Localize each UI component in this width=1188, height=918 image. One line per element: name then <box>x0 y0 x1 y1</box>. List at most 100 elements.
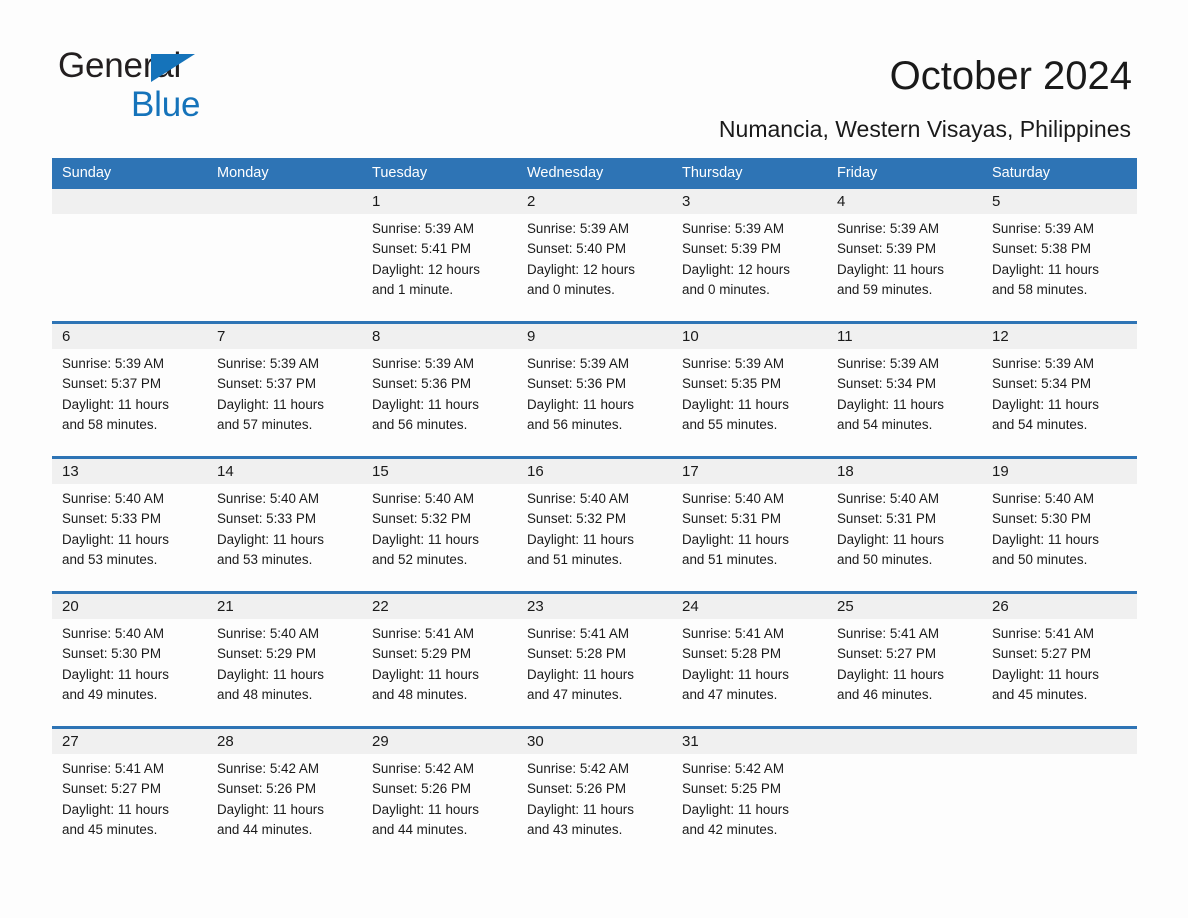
calendar-week-row: 6 Sunrise: 5:39 AM Sunset: 5:37 PM Daylig… <box>52 324 1137 456</box>
day-number: 12 <box>982 324 1137 349</box>
day-number: 5 <box>982 189 1137 214</box>
calendar-day-cell[interactable]: 6 Sunrise: 5:39 AM Sunset: 5:37 PM Daylig… <box>52 324 207 456</box>
day-sun-times: Sunrise: 5:39 AM Sunset: 5:35 PM Dayligh… <box>682 356 789 432</box>
day-number: 22 <box>362 594 517 619</box>
calendar-day-cell[interactable]: 30 Sunrise: 5:42 AM Sunset: 5:26 PM Dayli… <box>517 729 672 847</box>
day-number: 1 <box>362 189 517 214</box>
calendar-day-cell[interactable]: 5 Sunrise: 5:39 AM Sunset: 5:38 PM Daylig… <box>982 189 1137 321</box>
calendar-day-cell[interactable]: 19 Sunrise: 5:40 AM Sunset: 5:30 PM Dayli… <box>982 459 1137 591</box>
day-number <box>827 729 982 754</box>
calendar-day-cell[interactable]: 27 Sunrise: 5:41 AM Sunset: 5:27 PM Dayli… <box>52 729 207 847</box>
calendar-day-cell[interactable]: 21 Sunrise: 5:40 AM Sunset: 5:29 PM Dayli… <box>207 594 362 726</box>
day-number: 2 <box>517 189 672 214</box>
day-sun-times: Sunrise: 5:40 AM Sunset: 5:31 PM Dayligh… <box>682 491 789 567</box>
day-sun-times <box>982 754 1137 759</box>
calendar-empty-cell <box>207 189 362 321</box>
calendar-day-cell[interactable]: 31 Sunrise: 5:42 AM Sunset: 5:25 PM Dayli… <box>672 729 827 847</box>
day-number <box>52 189 207 214</box>
column-header-tuesday: Tuesday <box>362 158 517 189</box>
calendar-day-cell[interactable]: 13 Sunrise: 5:40 AM Sunset: 5:33 PM Dayli… <box>52 459 207 591</box>
calendar-week-row: 20 Sunrise: 5:40 AM Sunset: 5:30 PM Dayli… <box>52 594 1137 726</box>
calendar-day-cell[interactable]: 15 Sunrise: 5:40 AM Sunset: 5:32 PM Dayli… <box>362 459 517 591</box>
calendar-day-cell[interactable]: 22 Sunrise: 5:41 AM Sunset: 5:29 PM Dayli… <box>362 594 517 726</box>
calendar-day-cell[interactable]: 10 Sunrise: 5:39 AM Sunset: 5:35 PM Dayli… <box>672 324 827 456</box>
day-sun-times: Sunrise: 5:40 AM Sunset: 5:33 PM Dayligh… <box>62 491 169 567</box>
page-subtitle: Numancia, Western Visayas, Philippines <box>718 116 1131 142</box>
day-number: 31 <box>672 729 827 754</box>
day-number: 25 <box>827 594 982 619</box>
column-header-friday: Friday <box>827 158 982 189</box>
calendar-day-cell[interactable]: 2 Sunrise: 5:39 AM Sunset: 5:40 PM Daylig… <box>517 189 672 321</box>
day-sun-times: Sunrise: 5:39 AM Sunset: 5:37 PM Dayligh… <box>217 356 324 432</box>
calendar-day-cell[interactable]: 20 Sunrise: 5:40 AM Sunset: 5:30 PM Dayli… <box>52 594 207 726</box>
day-sun-times: Sunrise: 5:39 AM Sunset: 5:36 PM Dayligh… <box>527 356 634 432</box>
column-header-monday: Monday <box>207 158 362 189</box>
day-number: 30 <box>517 729 672 754</box>
calendar-week-row: 1 Sunrise: 5:39 AM Sunset: 5:41 PM Daylig… <box>52 189 1137 321</box>
calendar-week-row: 27 Sunrise: 5:41 AM Sunset: 5:27 PM Dayli… <box>52 729 1137 847</box>
day-number <box>207 189 362 214</box>
day-sun-times: Sunrise: 5:39 AM Sunset: 5:39 PM Dayligh… <box>682 221 790 297</box>
calendar-day-cell[interactable]: 9 Sunrise: 5:39 AM Sunset: 5:36 PM Daylig… <box>517 324 672 456</box>
day-sun-times: Sunrise: 5:39 AM Sunset: 5:34 PM Dayligh… <box>837 356 944 432</box>
calendar-body: 1 Sunrise: 5:39 AM Sunset: 5:41 PM Daylig… <box>52 189 1137 847</box>
sunrise-sunset-calendar: Sunday Monday Tuesday Wednesday Thursday… <box>52 158 1137 847</box>
weekday-header-row: Sunday Monday Tuesday Wednesday Thursday… <box>52 158 1137 189</box>
day-number: 26 <box>982 594 1137 619</box>
day-number: 29 <box>362 729 517 754</box>
day-sun-times: Sunrise: 5:41 AM Sunset: 5:28 PM Dayligh… <box>527 626 634 702</box>
day-sun-times: Sunrise: 5:40 AM Sunset: 5:33 PM Dayligh… <box>217 491 324 567</box>
calendar-day-cell[interactable]: 26 Sunrise: 5:41 AM Sunset: 5:27 PM Dayli… <box>982 594 1137 726</box>
day-sun-times: Sunrise: 5:40 AM Sunset: 5:29 PM Dayligh… <box>217 626 324 702</box>
calendar-head: Sunday Monday Tuesday Wednesday Thursday… <box>52 158 1137 189</box>
day-number <box>982 729 1137 754</box>
calendar-day-cell[interactable]: 4 Sunrise: 5:39 AM Sunset: 5:39 PM Daylig… <box>827 189 982 321</box>
calendar-day-cell[interactable]: 18 Sunrise: 5:40 AM Sunset: 5:31 PM Dayli… <box>827 459 982 591</box>
logo-text-blue: Blue <box>131 85 201 124</box>
day-sun-times: Sunrise: 5:39 AM Sunset: 5:37 PM Dayligh… <box>62 356 169 432</box>
general-blue-logo[interactable]: General Blue <box>58 48 200 122</box>
day-sun-times: Sunrise: 5:39 AM Sunset: 5:40 PM Dayligh… <box>527 221 635 297</box>
day-number: 21 <box>207 594 362 619</box>
day-sun-times: Sunrise: 5:39 AM Sunset: 5:39 PM Dayligh… <box>837 221 944 297</box>
day-number: 6 <box>52 324 207 349</box>
day-sun-times: Sunrise: 5:41 AM Sunset: 5:27 PM Dayligh… <box>837 626 944 702</box>
calendar-day-cell[interactable]: 3 Sunrise: 5:39 AM Sunset: 5:39 PM Daylig… <box>672 189 827 321</box>
calendar-day-cell[interactable]: 14 Sunrise: 5:40 AM Sunset: 5:33 PM Dayli… <box>207 459 362 591</box>
day-number: 14 <box>207 459 362 484</box>
calendar-day-cell[interactable]: 12 Sunrise: 5:39 AM Sunset: 5:34 PM Dayli… <box>982 324 1137 456</box>
calendar-page: General Blue October 2024 Numancia, West… <box>0 0 1188 918</box>
calendar-day-cell[interactable]: 29 Sunrise: 5:42 AM Sunset: 5:26 PM Dayli… <box>362 729 517 847</box>
calendar-day-cell[interactable]: 24 Sunrise: 5:41 AM Sunset: 5:28 PM Dayli… <box>672 594 827 726</box>
column-header-wednesday: Wednesday <box>517 158 672 189</box>
day-sun-times: Sunrise: 5:42 AM Sunset: 5:26 PM Dayligh… <box>372 761 479 837</box>
calendar-day-cell[interactable]: 7 Sunrise: 5:39 AM Sunset: 5:37 PM Daylig… <box>207 324 362 456</box>
day-sun-times: Sunrise: 5:39 AM Sunset: 5:38 PM Dayligh… <box>992 221 1099 297</box>
day-number: 3 <box>672 189 827 214</box>
day-sun-times: Sunrise: 5:39 AM Sunset: 5:41 PM Dayligh… <box>372 221 480 297</box>
day-number: 27 <box>52 729 207 754</box>
calendar-day-cell[interactable]: 1 Sunrise: 5:39 AM Sunset: 5:41 PM Daylig… <box>362 189 517 321</box>
day-sun-times <box>52 214 207 219</box>
calendar-day-cell[interactable]: 25 Sunrise: 5:41 AM Sunset: 5:27 PM Dayli… <box>827 594 982 726</box>
day-number: 19 <box>982 459 1137 484</box>
day-number: 24 <box>672 594 827 619</box>
calendar-day-cell[interactable]: 28 Sunrise: 5:42 AM Sunset: 5:26 PM Dayli… <box>207 729 362 847</box>
day-number: 15 <box>362 459 517 484</box>
calendar-empty-cell <box>52 189 207 321</box>
calendar-day-cell[interactable]: 8 Sunrise: 5:39 AM Sunset: 5:36 PM Daylig… <box>362 324 517 456</box>
column-header-sunday: Sunday <box>52 158 207 189</box>
day-number: 7 <box>207 324 362 349</box>
day-sun-times: Sunrise: 5:40 AM Sunset: 5:30 PM Dayligh… <box>62 626 169 702</box>
calendar-day-cell[interactable]: 11 Sunrise: 5:39 AM Sunset: 5:34 PM Dayli… <box>827 324 982 456</box>
day-number: 17 <box>672 459 827 484</box>
day-sun-times: Sunrise: 5:41 AM Sunset: 5:28 PM Dayligh… <box>682 626 789 702</box>
calendar-day-cell[interactable]: 16 Sunrise: 5:40 AM Sunset: 5:32 PM Dayli… <box>517 459 672 591</box>
page-header: General Blue October 2024 Numancia, West… <box>0 0 1188 142</box>
calendar-week-row: 13 Sunrise: 5:40 AM Sunset: 5:33 PM Dayli… <box>52 459 1137 591</box>
day-sun-times: Sunrise: 5:40 AM Sunset: 5:32 PM Dayligh… <box>527 491 634 567</box>
day-number: 11 <box>827 324 982 349</box>
day-number: 8 <box>362 324 517 349</box>
calendar-day-cell[interactable]: 17 Sunrise: 5:40 AM Sunset: 5:31 PM Dayli… <box>672 459 827 591</box>
calendar-day-cell[interactable]: 23 Sunrise: 5:41 AM Sunset: 5:28 PM Dayli… <box>517 594 672 726</box>
